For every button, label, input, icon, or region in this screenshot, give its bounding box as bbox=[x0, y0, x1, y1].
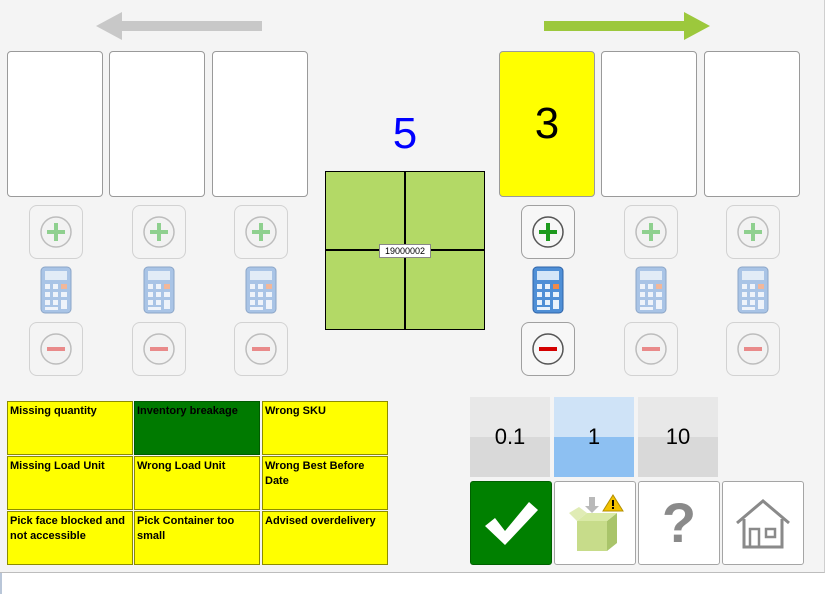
reason-advised-overdelivery[interactable]: Advised overdelivery bbox=[262, 511, 388, 565]
box-warning-icon bbox=[569, 494, 624, 551]
minus-icon bbox=[532, 333, 564, 365]
calculator-icon[interactable] bbox=[142, 266, 176, 314]
reason-wrong-best-before-date[interactable]: Wrong Best Before Date bbox=[262, 456, 388, 510]
help-button[interactable]: ? bbox=[638, 481, 720, 565]
slot-left-3[interactable] bbox=[212, 51, 308, 197]
slot-right-1[interactable]: 3 bbox=[499, 51, 595, 197]
minus-button-left-2[interactable] bbox=[132, 322, 186, 376]
step-0-1-button[interactable]: 0.1 bbox=[470, 397, 550, 477]
calculator-icon[interactable] bbox=[736, 266, 770, 314]
slot-left-1[interactable] bbox=[7, 51, 103, 197]
back-arrow-icon[interactable] bbox=[92, 10, 264, 42]
minus-icon bbox=[635, 333, 667, 365]
plus-button-left-2[interactable] bbox=[132, 205, 186, 259]
calculator-icon[interactable] bbox=[531, 266, 565, 314]
calculator-icon[interactable] bbox=[634, 266, 668, 314]
calculator-icon[interactable] bbox=[244, 266, 278, 314]
minus-icon bbox=[245, 333, 277, 365]
minus-icon bbox=[143, 333, 175, 365]
reason-inventory-breakage[interactable]: Inventory breakage bbox=[134, 401, 260, 455]
minus-button-right-2[interactable] bbox=[624, 322, 678, 376]
confirm-button[interactable] bbox=[470, 481, 552, 565]
minus-button-right-1[interactable] bbox=[521, 322, 575, 376]
checkmark-icon bbox=[485, 502, 538, 545]
forward-arrow-icon[interactable] bbox=[542, 10, 714, 42]
plus-button-right-3[interactable] bbox=[726, 205, 780, 259]
plus-icon bbox=[635, 216, 667, 248]
step-10-button[interactable]: 10 bbox=[638, 397, 718, 477]
container-grid[interactable]: 19000002 bbox=[325, 171, 485, 330]
minus-button-left-1[interactable] bbox=[29, 322, 83, 376]
home-icon bbox=[736, 499, 790, 549]
container-id-label: 19000002 bbox=[379, 244, 431, 258]
reason-pick-container-too-small[interactable]: Pick Container too small bbox=[134, 511, 260, 565]
plus-button-right-2[interactable] bbox=[624, 205, 678, 259]
reason-missing-load-unit[interactable]: Missing Load Unit bbox=[7, 456, 133, 510]
plus-icon bbox=[40, 216, 72, 248]
home-button[interactable] bbox=[722, 481, 804, 565]
plus-button-left-3[interactable] bbox=[234, 205, 288, 259]
plus-icon bbox=[737, 216, 769, 248]
calculator-icon[interactable] bbox=[39, 266, 73, 314]
slot-right-2[interactable] bbox=[601, 51, 697, 197]
reason-wrong-load-unit[interactable]: Wrong Load Unit bbox=[134, 456, 260, 510]
picking-screen: 3 5 19000002 Missing quantity Inventory … bbox=[0, 0, 825, 573]
damaged-box-button[interactable] bbox=[554, 481, 636, 565]
plus-icon bbox=[245, 216, 277, 248]
slot-left-2[interactable] bbox=[109, 51, 205, 197]
step-1-button[interactable]: 1 bbox=[554, 397, 634, 477]
minus-icon bbox=[40, 333, 72, 365]
reason-wrong-sku[interactable]: Wrong SKU bbox=[262, 401, 388, 455]
slot-right-3[interactable] bbox=[704, 51, 800, 197]
plus-button-left-1[interactable] bbox=[29, 205, 83, 259]
minus-button-right-3[interactable] bbox=[726, 322, 780, 376]
minus-icon bbox=[737, 333, 769, 365]
pick-count: 5 bbox=[392, 109, 418, 158]
bottom-strip bbox=[0, 573, 826, 594]
reason-pick-face-blocked[interactable]: Pick face blocked and not accessible bbox=[7, 511, 133, 565]
plus-icon bbox=[143, 216, 175, 248]
minus-button-left-3[interactable] bbox=[234, 322, 288, 376]
reason-missing-quantity[interactable]: Missing quantity bbox=[7, 401, 133, 455]
plus-icon bbox=[532, 216, 564, 248]
question-mark-icon: ? bbox=[661, 491, 697, 554]
plus-button-right-1[interactable] bbox=[521, 205, 575, 259]
